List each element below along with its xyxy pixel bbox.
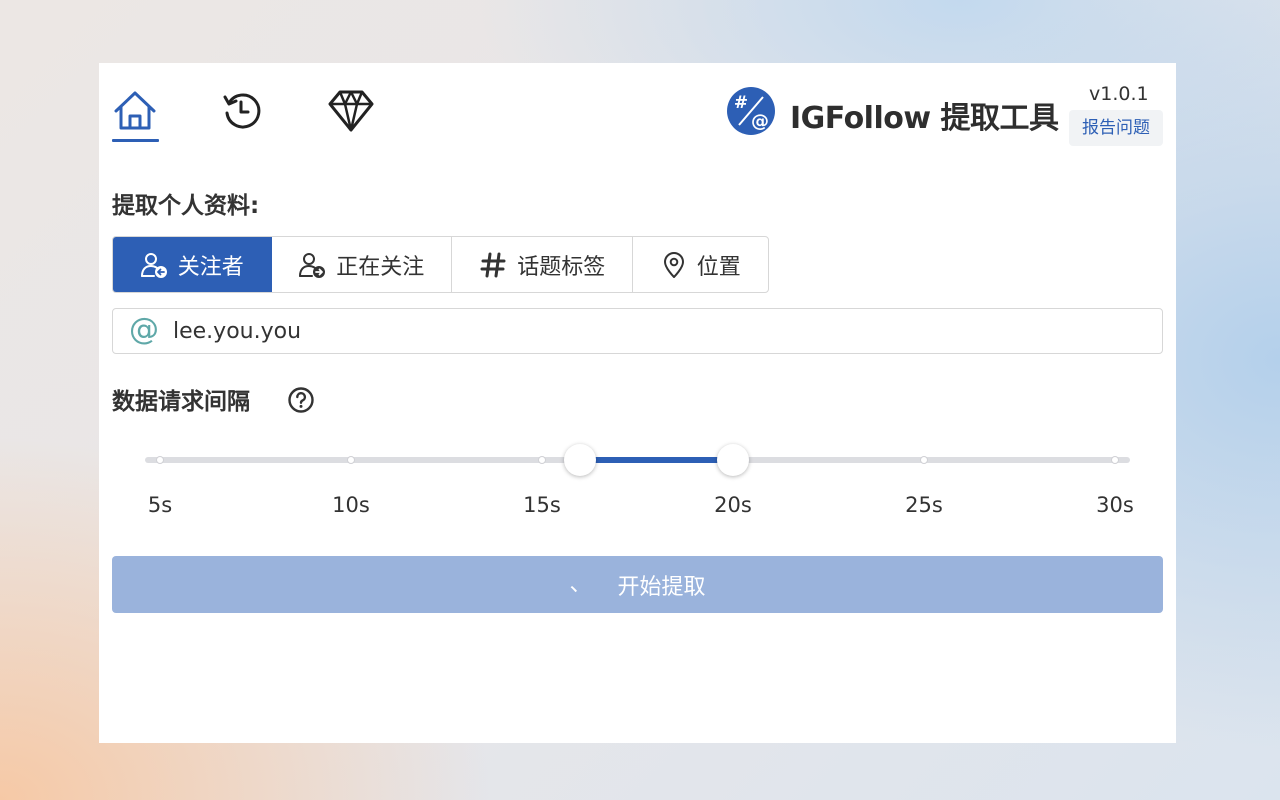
nav-history[interactable] [219, 89, 267, 133]
location-pin-icon [663, 251, 684, 278]
slider-tick-label: 15s [523, 493, 561, 517]
hashtag-icon [480, 252, 506, 277]
interval-title: 数据请求间隔 [112, 389, 250, 415]
slider-tick-dot [1111, 456, 1119, 464]
tab-hashtags-label: 话题标签 [517, 254, 606, 280]
slider-tick-dot [538, 456, 546, 464]
tab-following[interactable]: 正在关注 [272, 237, 452, 292]
slider-tick-label: 20s [714, 493, 752, 517]
username-field[interactable]: @ [112, 308, 1163, 354]
report-issue-button[interactable]: 报告问题 [1069, 110, 1163, 146]
tab-location-label: 位置 [696, 254, 741, 280]
nav-home[interactable] [111, 89, 159, 142]
history-icon [223, 93, 261, 129]
slider-tick-dot [920, 456, 928, 464]
app-logo: # @ [727, 87, 775, 135]
version-label: v1.0.1 [1089, 83, 1149, 105]
slider-tick-label: 25s [905, 493, 943, 517]
slider-tick-label: 5s [147, 493, 173, 517]
at-sign-icon: @ [129, 311, 159, 347]
tab-following-label: 正在关注 [336, 254, 425, 280]
slider-handle-high[interactable] [717, 444, 749, 476]
tab-followers[interactable]: 关注者 [113, 237, 272, 292]
question-circle-icon[interactable] [287, 386, 315, 414]
slider-tick-label: 30s [1096, 493, 1134, 517]
tab-location[interactable]: 位置 [633, 237, 768, 292]
extension-panel: # @ IGFollow 提取工具 v1.0.1 报告问题 提取个人资料: 关注… [99, 63, 1176, 743]
slider-tick-label: 10s [332, 493, 370, 517]
svg-text:#: # [734, 93, 748, 113]
tab-followers-label: 关注者 [177, 254, 244, 280]
extract-section-title: 提取个人资料: [112, 193, 260, 219]
start-extract-label: 开始提取 [617, 574, 706, 600]
app-title: IGFollow 提取工具 [790, 101, 1059, 136]
tab-hashtags[interactable]: 话题标签 [452, 237, 634, 292]
following-icon [299, 252, 326, 278]
nav-premium[interactable] [327, 89, 375, 133]
loading-spinner-icon: 、 [569, 571, 592, 597]
svg-text:@: @ [751, 111, 769, 132]
slider-selected-range [580, 457, 733, 463]
slider-tick-dot [347, 456, 355, 464]
extract-type-tabs: 关注者 正在关注 话题标签 位置 [112, 236, 769, 293]
followers-icon [140, 252, 167, 278]
slider-handle-low[interactable] [564, 444, 597, 476]
start-extract-button[interactable]: 、 开始提取 [112, 556, 1163, 613]
slider-tick-dot [156, 456, 164, 464]
home-icon [114, 91, 156, 130]
diamond-icon [328, 90, 374, 132]
username-input[interactable] [173, 318, 1162, 344]
interval-range-slider[interactable] [145, 444, 1130, 476]
